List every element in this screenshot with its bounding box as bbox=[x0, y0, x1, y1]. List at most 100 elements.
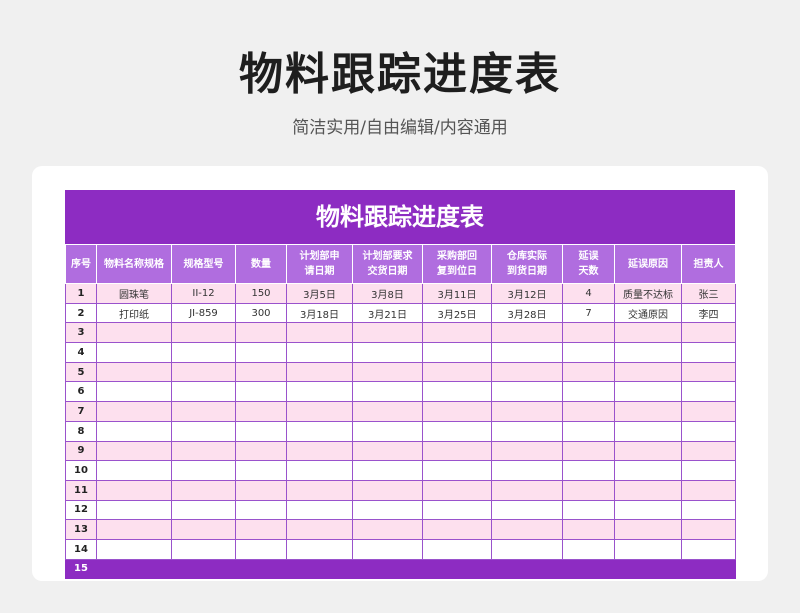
table-cell[interactable] bbox=[681, 519, 736, 540]
table-cell[interactable] bbox=[562, 440, 615, 462]
table-cell[interactable] bbox=[491, 420, 563, 442]
table-cell[interactable]: 3月25日 bbox=[422, 302, 492, 324]
table-cell[interactable] bbox=[171, 401, 236, 422]
table-cell[interactable] bbox=[96, 460, 172, 481]
table-cell[interactable] bbox=[681, 381, 736, 403]
table-cell[interactable] bbox=[681, 440, 736, 462]
table-cell[interactable]: 3月18日 bbox=[286, 302, 353, 324]
table-cell[interactable] bbox=[614, 558, 682, 580]
table-cell[interactable]: JI-859 bbox=[171, 302, 236, 324]
table-cell[interactable] bbox=[562, 401, 615, 422]
table-cell[interactable]: 3月21日 bbox=[352, 302, 423, 324]
table-cell[interactable] bbox=[562, 460, 615, 481]
table-cell[interactable] bbox=[171, 538, 236, 560]
table-cell[interactable] bbox=[171, 519, 236, 540]
table-cell[interactable] bbox=[562, 361, 615, 383]
table-cell[interactable] bbox=[562, 381, 615, 403]
table-cell[interactable] bbox=[614, 420, 682, 442]
table-cell[interactable] bbox=[681, 499, 736, 521]
table-cell[interactable]: 3月28日 bbox=[491, 302, 563, 324]
table-cell[interactable] bbox=[491, 322, 563, 344]
table-cell[interactable] bbox=[352, 538, 423, 560]
table-cell[interactable]: 300 bbox=[235, 302, 287, 324]
table-cell[interactable] bbox=[96, 538, 172, 560]
table-cell[interactable] bbox=[235, 440, 287, 462]
table-cell[interactable] bbox=[352, 479, 423, 501]
table-cell[interactable] bbox=[614, 401, 682, 422]
table-cell[interactable] bbox=[96, 519, 172, 540]
table-cell[interactable] bbox=[171, 460, 236, 481]
table-cell[interactable] bbox=[352, 519, 423, 540]
table-cell[interactable] bbox=[352, 322, 423, 344]
table-cell[interactable] bbox=[235, 401, 287, 422]
table-cell[interactable] bbox=[614, 479, 682, 501]
table-cell[interactable]: 150 bbox=[235, 283, 287, 304]
table-cell[interactable] bbox=[352, 342, 423, 363]
table-cell[interactable] bbox=[422, 460, 492, 481]
table-cell[interactable] bbox=[96, 361, 172, 383]
table-cell[interactable] bbox=[235, 342, 287, 363]
table-cell[interactable]: 4 bbox=[562, 283, 615, 304]
table-cell[interactable] bbox=[422, 440, 492, 462]
table-cell[interactable]: 3月8日 bbox=[352, 283, 423, 304]
table-cell[interactable] bbox=[491, 342, 563, 363]
table-cell[interactable] bbox=[96, 381, 172, 403]
table-cell[interactable] bbox=[562, 538, 615, 560]
table-cell[interactable] bbox=[96, 558, 172, 580]
table-cell[interactable] bbox=[171, 440, 236, 462]
table-cell[interactable] bbox=[614, 499, 682, 521]
table-cell[interactable] bbox=[235, 420, 287, 442]
table-cell[interactable] bbox=[491, 499, 563, 521]
table-cell[interactable] bbox=[171, 420, 236, 442]
table-cell[interactable] bbox=[286, 519, 353, 540]
table-cell[interactable] bbox=[96, 479, 172, 501]
table-cell[interactable] bbox=[235, 479, 287, 501]
table-cell[interactable] bbox=[422, 361, 492, 383]
table-cell[interactable] bbox=[681, 558, 736, 580]
table-cell[interactable]: 张三 bbox=[681, 283, 736, 304]
table-cell[interactable] bbox=[286, 381, 353, 403]
table-cell[interactable] bbox=[681, 538, 736, 560]
table-cell[interactable] bbox=[235, 381, 287, 403]
table-cell[interactable] bbox=[96, 499, 172, 521]
table-cell[interactable]: 7 bbox=[562, 302, 615, 324]
table-cell[interactable] bbox=[681, 401, 736, 422]
table-cell[interactable] bbox=[235, 538, 287, 560]
table-cell[interactable] bbox=[491, 538, 563, 560]
table-cell[interactable] bbox=[235, 499, 287, 521]
table-cell[interactable] bbox=[352, 361, 423, 383]
table-cell[interactable] bbox=[681, 420, 736, 442]
table-cell[interactable] bbox=[422, 401, 492, 422]
table-cell[interactable] bbox=[286, 460, 353, 481]
table-cell[interactable] bbox=[491, 460, 563, 481]
table-cell[interactable] bbox=[286, 401, 353, 422]
table-cell[interactable] bbox=[422, 322, 492, 344]
table-cell[interactable] bbox=[422, 381, 492, 403]
table-cell[interactable]: 3月12日 bbox=[491, 283, 563, 304]
table-cell[interactable] bbox=[681, 460, 736, 481]
table-cell[interactable] bbox=[562, 479, 615, 501]
table-cell[interactable] bbox=[422, 519, 492, 540]
table-cell[interactable] bbox=[235, 558, 287, 580]
table-cell[interactable] bbox=[562, 322, 615, 344]
table-cell[interactable] bbox=[614, 440, 682, 462]
table-cell[interactable] bbox=[96, 401, 172, 422]
table-cell[interactable] bbox=[171, 381, 236, 403]
table-cell[interactable] bbox=[235, 460, 287, 481]
table-cell[interactable] bbox=[352, 499, 423, 521]
table-cell[interactable] bbox=[171, 499, 236, 521]
table-cell[interactable] bbox=[491, 519, 563, 540]
table-cell[interactable] bbox=[422, 499, 492, 521]
table-cell[interactable] bbox=[96, 420, 172, 442]
table-cell[interactable] bbox=[286, 420, 353, 442]
table-cell[interactable] bbox=[171, 342, 236, 363]
table-cell[interactable] bbox=[681, 361, 736, 383]
table-cell[interactable] bbox=[562, 420, 615, 442]
table-cell[interactable] bbox=[286, 342, 353, 363]
table-cell[interactable]: 李四 bbox=[681, 302, 736, 324]
table-cell[interactable] bbox=[422, 558, 492, 580]
table-cell[interactable] bbox=[352, 401, 423, 422]
table-cell[interactable] bbox=[286, 440, 353, 462]
table-cell[interactable] bbox=[235, 519, 287, 540]
table-cell[interactable] bbox=[286, 558, 353, 580]
